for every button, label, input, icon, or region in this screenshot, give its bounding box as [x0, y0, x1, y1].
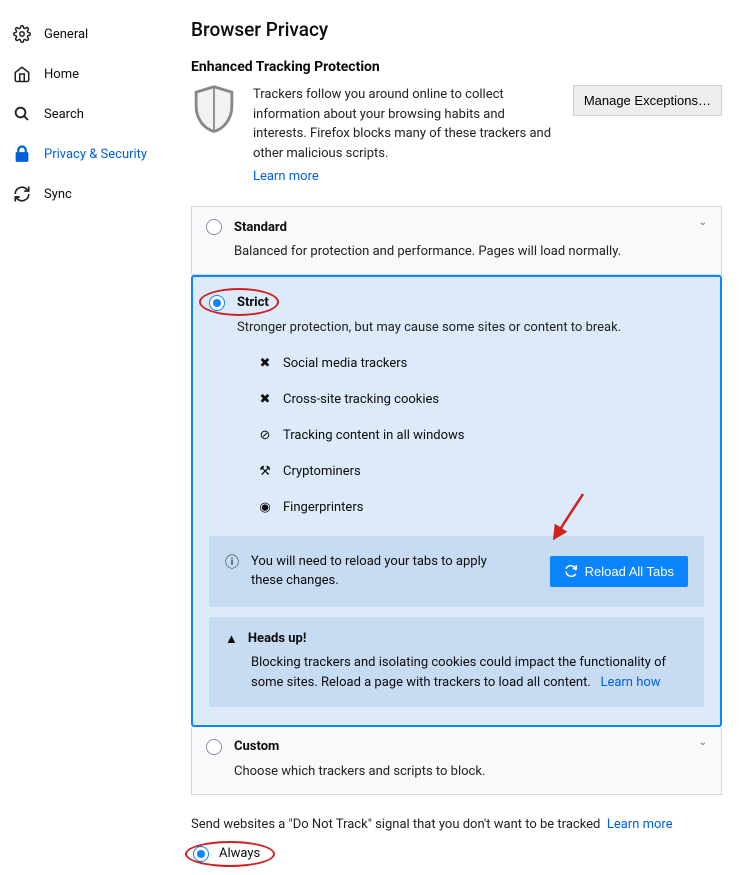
- tracking-icon: ⊘: [257, 428, 273, 444]
- sidebar-item-privacy[interactable]: Privacy & Security: [0, 134, 175, 174]
- sidebar-item-general[interactable]: General: [0, 14, 175, 54]
- tracker-item: ⚒Cryptominers: [257, 464, 704, 480]
- radio-standard[interactable]: [206, 219, 222, 235]
- tracker-item: ◉Fingerprinters: [257, 500, 704, 516]
- card-title: Standard: [234, 220, 287, 235]
- etp-learn-more-link[interactable]: Learn more: [253, 169, 553, 184]
- fingerprint-icon: ◉: [257, 500, 273, 516]
- sidebar-item-label: Home: [44, 67, 79, 82]
- dnt-option-always[interactable]: Always: [193, 846, 722, 862]
- card-desc: Balanced for protection and performance.…: [234, 243, 707, 262]
- card-custom[interactable]: ⌄ Custom Choose which trackers and scrip…: [191, 727, 722, 795]
- manage-exceptions-button[interactable]: Manage Exceptions…: [573, 85, 722, 116]
- tracker-item: ⊘Tracking content in all windows: [257, 428, 704, 444]
- thumbs-icon: ✖: [257, 356, 273, 372]
- crypto-icon: ⚒: [257, 464, 273, 480]
- card-desc: Stronger protection, but may cause some …: [237, 319, 704, 338]
- search-icon: [12, 104, 32, 124]
- dnt-learn-more-link[interactable]: Learn more: [607, 817, 673, 832]
- dnt-label: Send websites a "Do Not Track" signal th…: [191, 817, 722, 832]
- heads-desc: Blocking trackers and isolating cookies …: [251, 653, 688, 693]
- home-icon: [12, 64, 32, 84]
- card-title: Custom: [234, 739, 279, 754]
- do-not-track-section: Send websites a "Do Not Track" signal th…: [191, 817, 722, 875]
- tracker-item: ✖Cross-site tracking cookies: [257, 392, 704, 408]
- chevron-down-icon: ⌄: [699, 737, 707, 748]
- heads-title: Heads up!: [248, 631, 307, 646]
- main-content: Browser Privacy Enhanced Tracking Protec…: [175, 0, 740, 875]
- sidebar: General Home Search Privacy & Security S…: [0, 0, 175, 875]
- dnt-option-label: Always: [219, 846, 260, 861]
- card-strict[interactable]: Strict Stronger protection, but may caus…: [191, 275, 722, 727]
- card-standard[interactable]: ⌄ Standard Balanced for protection and p…: [191, 206, 722, 275]
- sidebar-item-label: Sync: [44, 187, 72, 202]
- lock-icon: [12, 144, 32, 164]
- gear-icon: [12, 24, 32, 44]
- sidebar-item-home[interactable]: Home: [0, 54, 175, 94]
- cookie-icon: ✖: [257, 392, 273, 408]
- etp-heading: Enhanced Tracking Protection: [191, 59, 722, 75]
- chevron-down-icon: ⌄: [699, 217, 707, 228]
- reload-info-box: ⓘ You will need to reload your tabs to a…: [209, 536, 704, 607]
- sidebar-item-sync[interactable]: Sync: [0, 174, 175, 214]
- sync-icon: [12, 184, 32, 204]
- sidebar-item-label: Search: [44, 107, 84, 122]
- reload-info-text: You will need to reload your tabs to app…: [251, 552, 501, 591]
- card-desc: Choose which trackers and scripts to blo…: [234, 763, 707, 782]
- radio-dnt-always[interactable]: [193, 846, 209, 862]
- radio-custom[interactable]: [206, 739, 222, 755]
- tracker-list: ✖Social media trackers ✖Cross-site track…: [257, 356, 704, 516]
- learn-how-link[interactable]: Learn how: [600, 675, 660, 690]
- sidebar-item-search[interactable]: Search: [0, 94, 175, 134]
- page-title: Browser Privacy: [191, 18, 722, 41]
- info-icon: ⓘ: [225, 552, 239, 572]
- heads-up-box: ▲ Heads up! Blocking trackers and isolat…: [209, 617, 704, 707]
- reload-all-tabs-button[interactable]: Reload All Tabs: [550, 556, 688, 587]
- sidebar-item-label: Privacy & Security: [44, 147, 147, 162]
- etp-description: Trackers follow you around online to col…: [253, 85, 553, 163]
- tracker-item: ✖Social media trackers: [257, 356, 704, 372]
- shield-icon: [191, 85, 237, 135]
- reload-icon: [564, 564, 578, 578]
- card-title: Strict: [237, 295, 269, 310]
- sidebar-item-label: General: [44, 27, 88, 42]
- warning-icon: ▲: [225, 631, 238, 647]
- radio-strict[interactable]: [209, 295, 225, 311]
